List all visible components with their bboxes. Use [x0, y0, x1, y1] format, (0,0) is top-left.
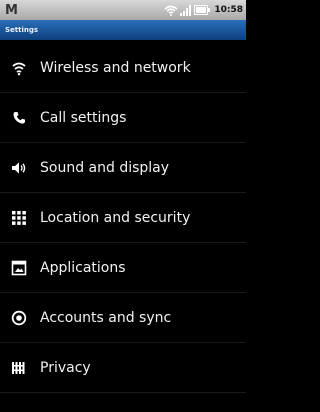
settings-item-location-and-security[interactable]: Location and security [0, 193, 246, 243]
page-title: Settings [5, 26, 39, 34]
settings-item-label: Call settings [40, 109, 127, 126]
settings-item-applications[interactable]: Applications [0, 243, 246, 293]
settings-item-label: Location and security [40, 209, 191, 226]
wifi-icon [164, 5, 178, 16]
phone-icon [10, 109, 28, 127]
settings-item-label: Sound and display [40, 159, 170, 176]
privacy-icon [10, 359, 28, 377]
title-bar: Settings [0, 20, 246, 40]
speaker-icon [10, 159, 28, 177]
settings-item-label: Wireless and network [40, 59, 191, 76]
signal-icon [180, 4, 192, 16]
settings-list: Wireless and network Call settings Sound… [0, 43, 246, 393]
grid-icon [10, 209, 28, 227]
battery-icon [194, 5, 211, 15]
settings-item-accounts-and-sync[interactable]: Accounts and sync [0, 293, 246, 343]
settings-item-label: Accounts and sync [40, 309, 172, 326]
clock: 10:58 [214, 5, 243, 15]
settings-item-sound-and-display[interactable]: Sound and display [0, 143, 246, 193]
settings-item-call-settings[interactable]: Call settings [0, 93, 246, 143]
status-bar: M 10:58 [0, 0, 246, 20]
gmail-icon: M [5, 2, 18, 18]
settings-item-privacy[interactable]: Privacy [0, 343, 246, 393]
status-icons: 10:58 [164, 4, 243, 16]
wifi-icon [10, 59, 28, 77]
settings-item-label: Privacy [40, 359, 91, 376]
applications-icon [10, 259, 28, 277]
sync-icon [10, 309, 28, 327]
settings-item-wireless-and-network[interactable]: Wireless and network [0, 43, 246, 93]
settings-item-label: Applications [40, 259, 126, 276]
